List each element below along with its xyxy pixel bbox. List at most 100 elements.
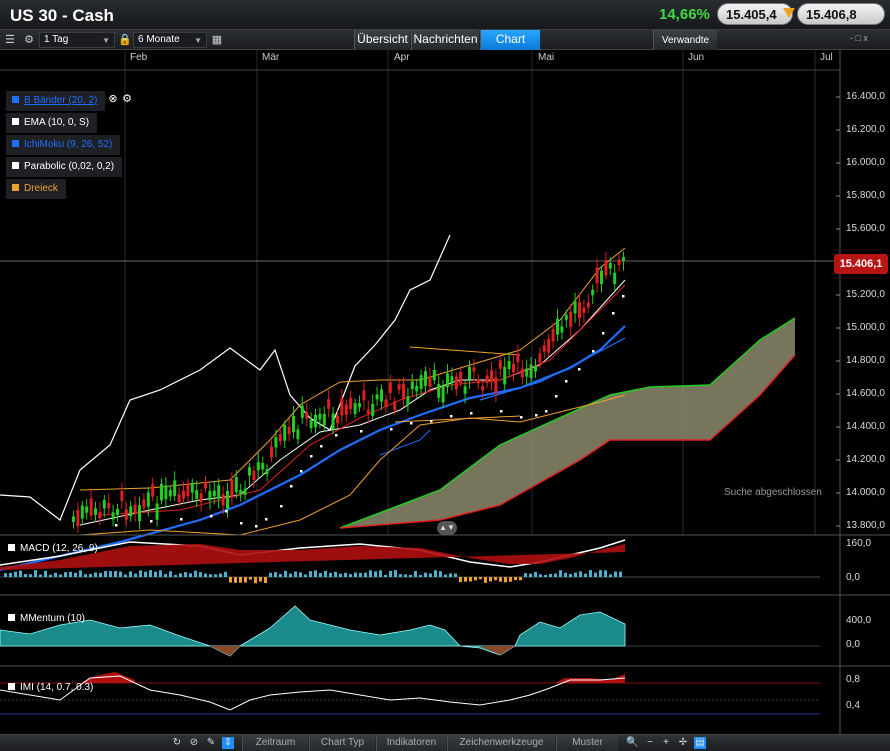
candle-body	[402, 383, 405, 400]
interval-select[interactable]: 1 Tag ▼	[39, 32, 115, 48]
sar-dot	[602, 332, 605, 335]
last-price-tag: 15.406,1	[834, 254, 888, 274]
imi-label-text: IMI (14, 0.7, 0.3)	[20, 682, 94, 693]
imi-color-swatch	[8, 683, 15, 690]
macd-histogram-bar	[134, 573, 137, 577]
candle-body	[380, 389, 383, 402]
no-entry-icon[interactable]: ⊘	[188, 737, 200, 749]
scroll-icon[interactable]: ⇕	[222, 737, 234, 749]
chart-canvas[interactable]	[0, 50, 890, 734]
zoom-out-icon[interactable]: −	[644, 737, 656, 749]
macd-histogram-bar	[24, 573, 27, 577]
legend-ichimoku[interactable]: IchiMoku (9, 26, 52)	[6, 135, 121, 155]
macd-histogram-bar	[514, 577, 517, 581]
sar-dot	[592, 350, 595, 353]
range-select[interactable]: 6 Monate ▼	[133, 32, 207, 48]
price-axis-tick: 15.000,0	[846, 322, 885, 333]
candle-body	[85, 506, 89, 513]
macd-histogram-bar	[259, 577, 262, 582]
macd-histogram-bar	[314, 570, 317, 577]
window-controls[interactable]: - □ x	[850, 33, 868, 43]
macd-histogram-bar	[144, 571, 147, 577]
crosshair-icon[interactable]: ✢	[677, 737, 689, 749]
close-icon[interactable]: ⊗	[107, 93, 119, 105]
macd-histogram-bar	[524, 573, 527, 577]
legend-ema[interactable]: EMA (10, 0, S)	[6, 113, 98, 133]
candle-body	[498, 360, 502, 369]
candle-body	[217, 485, 221, 499]
macd-histogram-bar	[269, 572, 272, 577]
candle-body	[195, 490, 199, 499]
candle-body	[199, 493, 203, 503]
macd-histogram-bar	[184, 572, 187, 577]
candle-body	[384, 399, 388, 407]
candle-body	[212, 490, 216, 497]
candle-body	[234, 476, 238, 492]
tab-verwandte[interactable]: Verwandte	[653, 30, 717, 50]
candle-body	[336, 415, 339, 424]
candle-body	[617, 259, 621, 266]
zoom-in-icon[interactable]: +	[660, 737, 672, 749]
legend-parabolic[interactable]: Parabolic (0,02, 0,2)	[6, 157, 123, 177]
zeichenwerkzeuge-button[interactable]: Zeichenwerkzeuge	[447, 735, 555, 751]
zeitraum-button[interactable]: Zeitraum	[242, 735, 308, 751]
list-icon[interactable]: ☰	[3, 33, 17, 47]
macd-histogram-bar	[84, 574, 87, 577]
macd-histogram-bar	[129, 571, 132, 577]
candle-body	[534, 365, 537, 372]
price-axis-tick: 14.600,0	[846, 388, 885, 399]
legend-dreieck[interactable]: Dreieck	[6, 179, 66, 199]
macd-histogram-bar	[544, 574, 547, 577]
macd-histogram-bar	[404, 574, 407, 577]
macd-tick-0: 0,0	[846, 572, 860, 583]
candle-body	[582, 307, 586, 313]
macd-histogram-bar	[244, 577, 247, 583]
month-label-jun: Jun	[688, 52, 705, 63]
candle-body	[318, 413, 322, 420]
candle-body	[111, 512, 115, 520]
macd-histogram-bar	[109, 571, 112, 577]
macd-label: MACD (12, 26, 9)	[8, 543, 98, 554]
macd-histogram-bar	[429, 573, 432, 577]
macd-histogram-bar	[234, 577, 237, 583]
tab-uebersicht[interactable]: Übersicht	[354, 30, 410, 50]
chart-typ-button[interactable]: Chart Typ	[309, 735, 375, 751]
refresh-icon[interactable]: ↻	[171, 737, 183, 749]
bid-price-button[interactable]: 15.405,4	[717, 3, 793, 25]
tab-chart[interactable]: Chart	[480, 30, 540, 50]
candle-body	[485, 375, 489, 384]
candle-body	[516, 353, 520, 363]
macd-histogram-bar	[394, 570, 397, 577]
macd-histogram-bar	[304, 574, 307, 577]
dreieck-label: Dreieck	[24, 183, 58, 194]
panel-splitter-handle[interactable]: ▲▼	[437, 521, 457, 535]
candle-body	[446, 373, 449, 388]
ask-price-button[interactable]: 15.406,8	[797, 3, 885, 25]
tab-nachrichten[interactable]: Nachrichten	[411, 30, 479, 50]
gear-icon[interactable]: ⚙	[22, 33, 36, 47]
month-label-mai: Mai	[538, 52, 555, 63]
legend-bollinger[interactable]: B Bänder (20, 2)	[6, 91, 106, 111]
macd-histogram-bar	[464, 577, 467, 582]
macd-histogram-bar	[289, 573, 292, 577]
candle-body	[564, 314, 568, 320]
macd-histogram-bar	[274, 572, 277, 577]
macd-histogram-bar	[539, 574, 542, 577]
calendar-icon[interactable]: ▦	[210, 33, 224, 47]
candle-body	[120, 491, 124, 501]
candle-body	[116, 508, 119, 515]
candle-body	[353, 403, 357, 414]
lock-icon[interactable]: 🔒	[118, 33, 132, 47]
muster-button[interactable]: Muster	[556, 735, 618, 751]
candle-body	[358, 403, 361, 408]
indikatoren-button[interactable]: Indikatoren	[376, 735, 446, 751]
price-axis-tick: 14.800,0	[846, 355, 885, 366]
gear-icon[interactable]: ⚙	[121, 93, 133, 105]
macd-histogram-bar	[299, 572, 302, 577]
zoom-icon[interactable]: 🔍	[626, 737, 638, 749]
macd-histogram-bar	[494, 577, 497, 581]
range-value: 6 Monate	[138, 34, 180, 45]
pencil-icon[interactable]: ✎	[205, 737, 217, 749]
candle-body	[494, 377, 498, 394]
data-table-icon[interactable]: ▤	[694, 737, 706, 749]
